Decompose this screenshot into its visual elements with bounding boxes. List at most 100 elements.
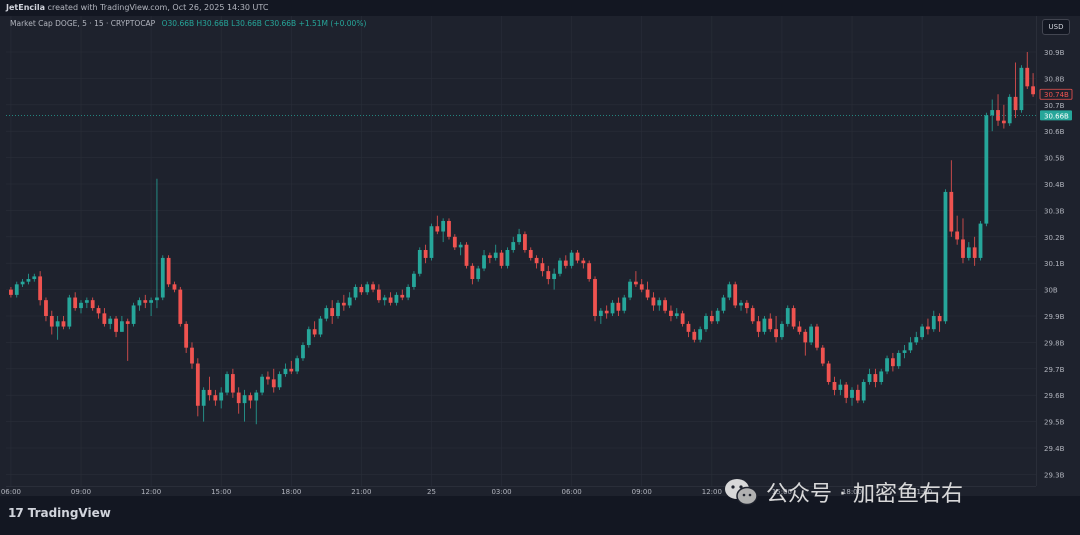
x-tick-label: 09:00 (71, 488, 91, 496)
candle-body (669, 310, 673, 316)
candle-body (885, 358, 889, 372)
candle-body (102, 313, 107, 324)
currency-button[interactable]: USD (1042, 19, 1070, 35)
candle-body (955, 231, 960, 240)
y-tick-label: 29.5B (1044, 419, 1065, 427)
wechat-watermark: 公众号 · 加密鱼右右 (724, 476, 963, 508)
y-tick-label: 30.9B (1044, 49, 1065, 57)
candle-body (79, 302, 83, 309)
candle-body (482, 255, 486, 269)
price-tag: 30.74B (1039, 88, 1073, 100)
candle-body (441, 220, 446, 232)
candle-body (861, 382, 866, 401)
candle-body (990, 110, 995, 116)
x-tick-label: 12:00 (141, 488, 161, 496)
candle-body (201, 389, 206, 406)
candle-body (289, 368, 294, 372)
candle-body (709, 316, 714, 322)
wechat-icon (725, 479, 758, 506)
y-tick-label: 30.2B (1044, 234, 1065, 242)
candle-body (318, 318, 323, 335)
candle-body (896, 352, 901, 367)
y-tick-label: 29.8B (1044, 339, 1065, 347)
candle-body (55, 321, 60, 327)
candle-body (230, 374, 235, 393)
candle-body (464, 244, 469, 266)
candle-body (67, 297, 72, 327)
candle-body (692, 331, 697, 340)
candle-body (38, 276, 43, 301)
candle-body (155, 297, 159, 301)
candle-body (452, 236, 457, 248)
candle-body (715, 310, 720, 322)
candle-body (493, 252, 498, 258)
candle-body (774, 329, 778, 338)
candle-body (260, 376, 264, 393)
candle-body (534, 257, 539, 264)
candle-body (213, 395, 218, 401)
y-tick-label: 30B (1044, 287, 1058, 295)
symbol-legend: Market Cap DOGE, 5 · 15 · CRYPTOCAP O30.… (10, 19, 366, 28)
candle-body (1007, 96, 1012, 124)
candle-body (698, 329, 703, 340)
candle-body (429, 226, 434, 258)
candle-body (966, 247, 971, 258)
candle-body (826, 363, 831, 382)
symbol-label: Market Cap DOGE, 5 · 15 · CRYPTOCAP (10, 19, 156, 28)
y-tick-label: 30.3B (1044, 207, 1065, 215)
tradingview-logo[interactable]: 17 TradingView (8, 506, 111, 520)
y-tick-label: 30.4B (1044, 181, 1065, 189)
candle-body (166, 257, 171, 285)
candle-body (1019, 67, 1024, 111)
candlestick-chart: 30.9B 30.8B 30.7B 30.6B 30.5B 30.4B 30.3B 30.2B… (1, 16, 1073, 496)
price-tag: 30.66B (1040, 110, 1072, 121)
candle-body (546, 271, 551, 280)
y-tick-label: 30.8B (1044, 75, 1065, 83)
y-tick-label: 30.5B (1044, 155, 1065, 163)
candle-body (254, 392, 259, 401)
candle-body (184, 323, 189, 348)
candle-body (902, 350, 907, 353)
x-tick-label: 12:00 (702, 488, 722, 496)
candle-body (271, 379, 276, 388)
candle-body (487, 255, 492, 258)
candle-body (1001, 120, 1006, 124)
candle-body (277, 374, 282, 388)
candle-body (301, 345, 305, 359)
candle-body (587, 263, 592, 280)
candle-body (84, 300, 89, 303)
candle-body (160, 257, 165, 298)
candle-body (458, 244, 463, 248)
candle-body (90, 300, 95, 309)
candle-body (926, 326, 930, 330)
candle-body (242, 395, 247, 404)
candle-body (49, 316, 54, 327)
candle-body (809, 326, 814, 343)
candle-body (312, 329, 317, 335)
candle-body (914, 337, 919, 343)
candle-body (447, 220, 451, 237)
candle-body (820, 347, 825, 364)
candle-body (505, 250, 510, 266)
candle-body (569, 252, 574, 266)
candle-body (190, 347, 194, 364)
x-tick-label: 06:00 (1, 488, 21, 496)
candle-body (423, 250, 428, 258)
candle-body (347, 297, 352, 306)
candle-body (844, 384, 849, 398)
candle-body (131, 305, 136, 324)
candle-body (838, 384, 843, 390)
candle-body (1025, 67, 1030, 87)
candle-body (119, 321, 124, 332)
candle-body (540, 263, 545, 272)
candle-body (406, 286, 411, 298)
candle-body (400, 294, 405, 298)
candle-body (125, 321, 130, 324)
candle-body (32, 276, 37, 280)
candle-body (517, 234, 521, 243)
candle-body (236, 392, 241, 404)
candle-body (14, 284, 19, 295)
candle-body (598, 310, 603, 316)
candle-body (1031, 86, 1035, 95)
candle-body (639, 284, 644, 290)
